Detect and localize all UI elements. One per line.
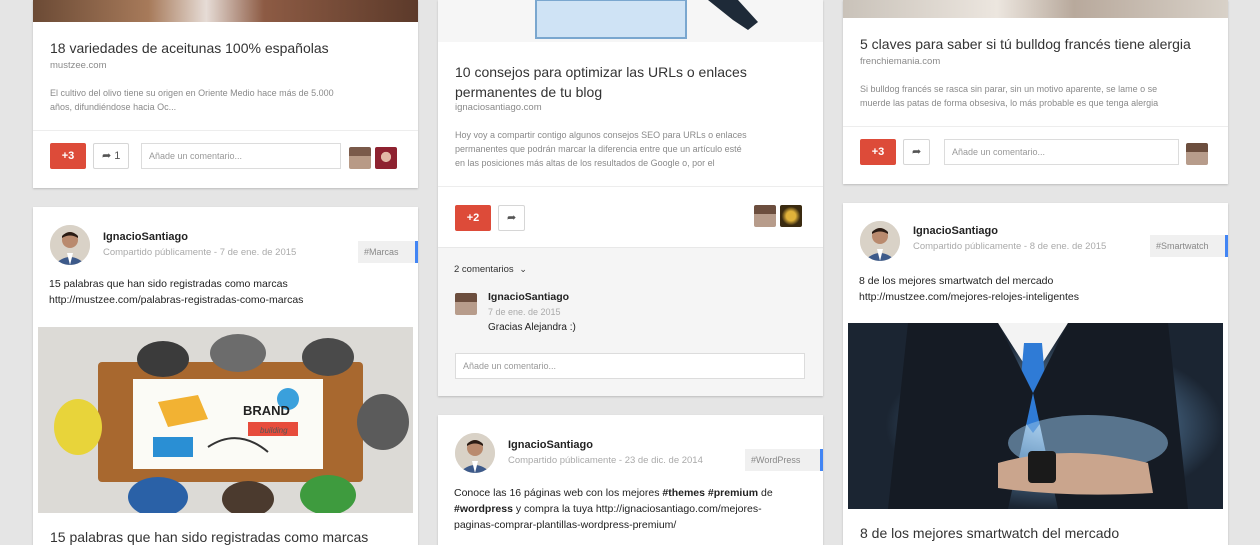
post-text-line: 8 de los mejores smartwatch del mercado [859,275,1054,287]
reshare-button[interactable]: ➦ [903,139,931,165]
post-meta: Compartido públicamente - 8 de ene. de 2… [913,241,1107,252]
link-description-line: en las posiciones más altas de los resul… [455,158,715,168]
link-domain: mustzee.com [50,60,107,71]
link-title[interactable]: 10 consejos para optimizar las URLs o en… [455,62,747,82]
hashtag-badge[interactable]: #WordPress [745,449,823,471]
reshare-button[interactable]: ➦ [498,205,526,231]
plus-one-button[interactable]: +3 [50,143,86,169]
chevron-down-icon: ⌄ [519,264,527,274]
share-arrow-icon: ➦ [912,146,922,158]
comments-section: 2 comentarios ⌄ IgnacioSantiago 7 de ene… [438,247,823,396]
user-name[interactable]: IgnacioSantiago [913,225,998,237]
reshare-button[interactable]: ➦ 1 [93,143,130,169]
link-title[interactable]: 5 claves para saber si tú bulldog francé… [860,34,1191,54]
avatar[interactable] [349,147,371,169]
comments-count: 2 comentarios [454,264,514,275]
zigzag-divider [33,22,418,28]
hashtag-wordpress[interactable]: #wordpress [454,503,513,515]
image-text-brand: BRAND [243,403,290,418]
post-card-smartwatch: IgnacioSantiago Compartido públicamente … [843,203,1228,545]
post-text-line: 15 palabras que han sido registradas com… [49,278,288,290]
hashtag-premium[interactable]: #premium [708,487,758,499]
link-title[interactable]: 18 variedades de aceitunas 100% española… [50,38,329,58]
post-text-segment: de [758,487,773,499]
comment-date: 7 de ene. de 2015 [488,307,561,317]
post-text-line: Conoce las 16 páginas web con los mejore… [454,485,773,501]
image-text-building: building [260,426,288,435]
avatar[interactable] [1186,143,1208,165]
link-card-urls: 10 consejos para optimizar las URLs o en… [438,0,823,396]
post-meta: Compartido públicamente - 7 de ene. de 2… [103,247,297,258]
post-image[interactable]: BRAND building [38,327,413,513]
post-text-line: #wordpress y compra la tuya http://ignac… [454,501,762,517]
share-arrow-icon: ➦ [507,212,517,224]
user-avatar[interactable] [860,221,900,261]
action-bar: +3 ➦ Añade un comentario... [843,126,1228,180]
comment-user[interactable]: IgnacioSantiago [488,291,569,303]
post-link[interactable]: paginas-comprar-plantillas-wordpress-pre… [454,517,676,533]
comment-avatar[interactable] [455,293,477,315]
post-image[interactable] [848,323,1223,509]
avatar[interactable] [375,147,397,169]
post-card-marcas: IgnacioSantiago Compartido públicamente … [33,207,418,545]
post-link[interactable]: http://mustzee.com/mejores-relojes-intel… [859,289,1079,305]
hashtag-badge[interactable]: #Marcas [358,241,418,263]
post-meta: Compartido públicamente - 23 de dic. de … [508,455,703,466]
user-avatar[interactable] [50,225,90,265]
link-title[interactable]: 8 de los mejores smartwatch del mercado [860,523,1119,543]
share-arrow-icon: ➦ [102,150,112,162]
link-thumbnail[interactable] [843,0,1228,18]
hashtag-badge[interactable]: #Smartwatch [1150,235,1228,257]
plus-one-button[interactable]: +2 [455,205,491,231]
link-description-line: El cultivo del olivo tiene su origen en … [50,88,334,98]
comment-input[interactable]: Añade un comentario... [141,143,341,169]
link-card-bulldog: 5 claves para saber si tú bulldog francé… [843,0,1228,184]
comment-input[interactable]: Añade un comentario... [944,139,1179,165]
user-name[interactable]: IgnacioSantiago [103,231,188,243]
hashtag-themes[interactable]: #themes [662,487,705,499]
post-text-segment: Conoce las 16 páginas web con los mejore… [454,487,663,499]
plus-one-button[interactable]: +3 [860,139,896,165]
link-title[interactable]: 15 palabras que han sido registradas com… [50,527,368,545]
avatar[interactable] [780,205,802,227]
post-card-wordpress: IgnacioSantiago Compartido públicamente … [438,415,823,545]
comment-text: Gracias Alejandra :) [488,322,576,333]
share-count: 1 [114,150,121,162]
link-description-line: muerde las patas de forma obsesiva, lo m… [860,98,1159,108]
avatar[interactable] [754,205,776,227]
comment-input[interactable]: Añade un comentario... [455,353,805,379]
comments-toggle[interactable]: 2 comentarios ⌄ [454,264,527,275]
link-thumbnail[interactable] [438,0,823,42]
post-link[interactable]: y compra la tuya http://ignaciosantiago.… [513,503,762,515]
zigzag-divider [438,42,823,48]
action-bar: +3 ➦ 1 Añade un comentario... [33,130,418,184]
zigzag-divider [843,509,1228,515]
link-title[interactable]: permanentes de tu blog [455,82,602,102]
action-bar: +2 ➦ [438,186,823,246]
link-description-line: Si bulldog francés se rasca sin parar, s… [860,84,1158,94]
zigzag-divider [33,513,418,519]
user-avatar[interactable] [455,433,495,473]
link-domain: ignaciosantiago.com [455,102,542,113]
link-description-line: Hoy voy a compartir contigo algunos cons… [455,130,747,140]
link-domain: frenchiemania.com [860,56,941,67]
zigzag-divider [843,18,1228,24]
link-card-aceitunas: 18 variedades de aceitunas 100% española… [33,0,418,188]
link-description-line: años, difundiéndose hacia Oc... [50,102,177,112]
user-name[interactable]: IgnacioSantiago [508,439,593,451]
link-description-line: permanentes que podrán marcar la diferen… [455,144,742,154]
post-link[interactable]: http://mustzee.com/palabras-registradas-… [49,292,303,308]
link-thumbnail[interactable] [33,0,418,22]
